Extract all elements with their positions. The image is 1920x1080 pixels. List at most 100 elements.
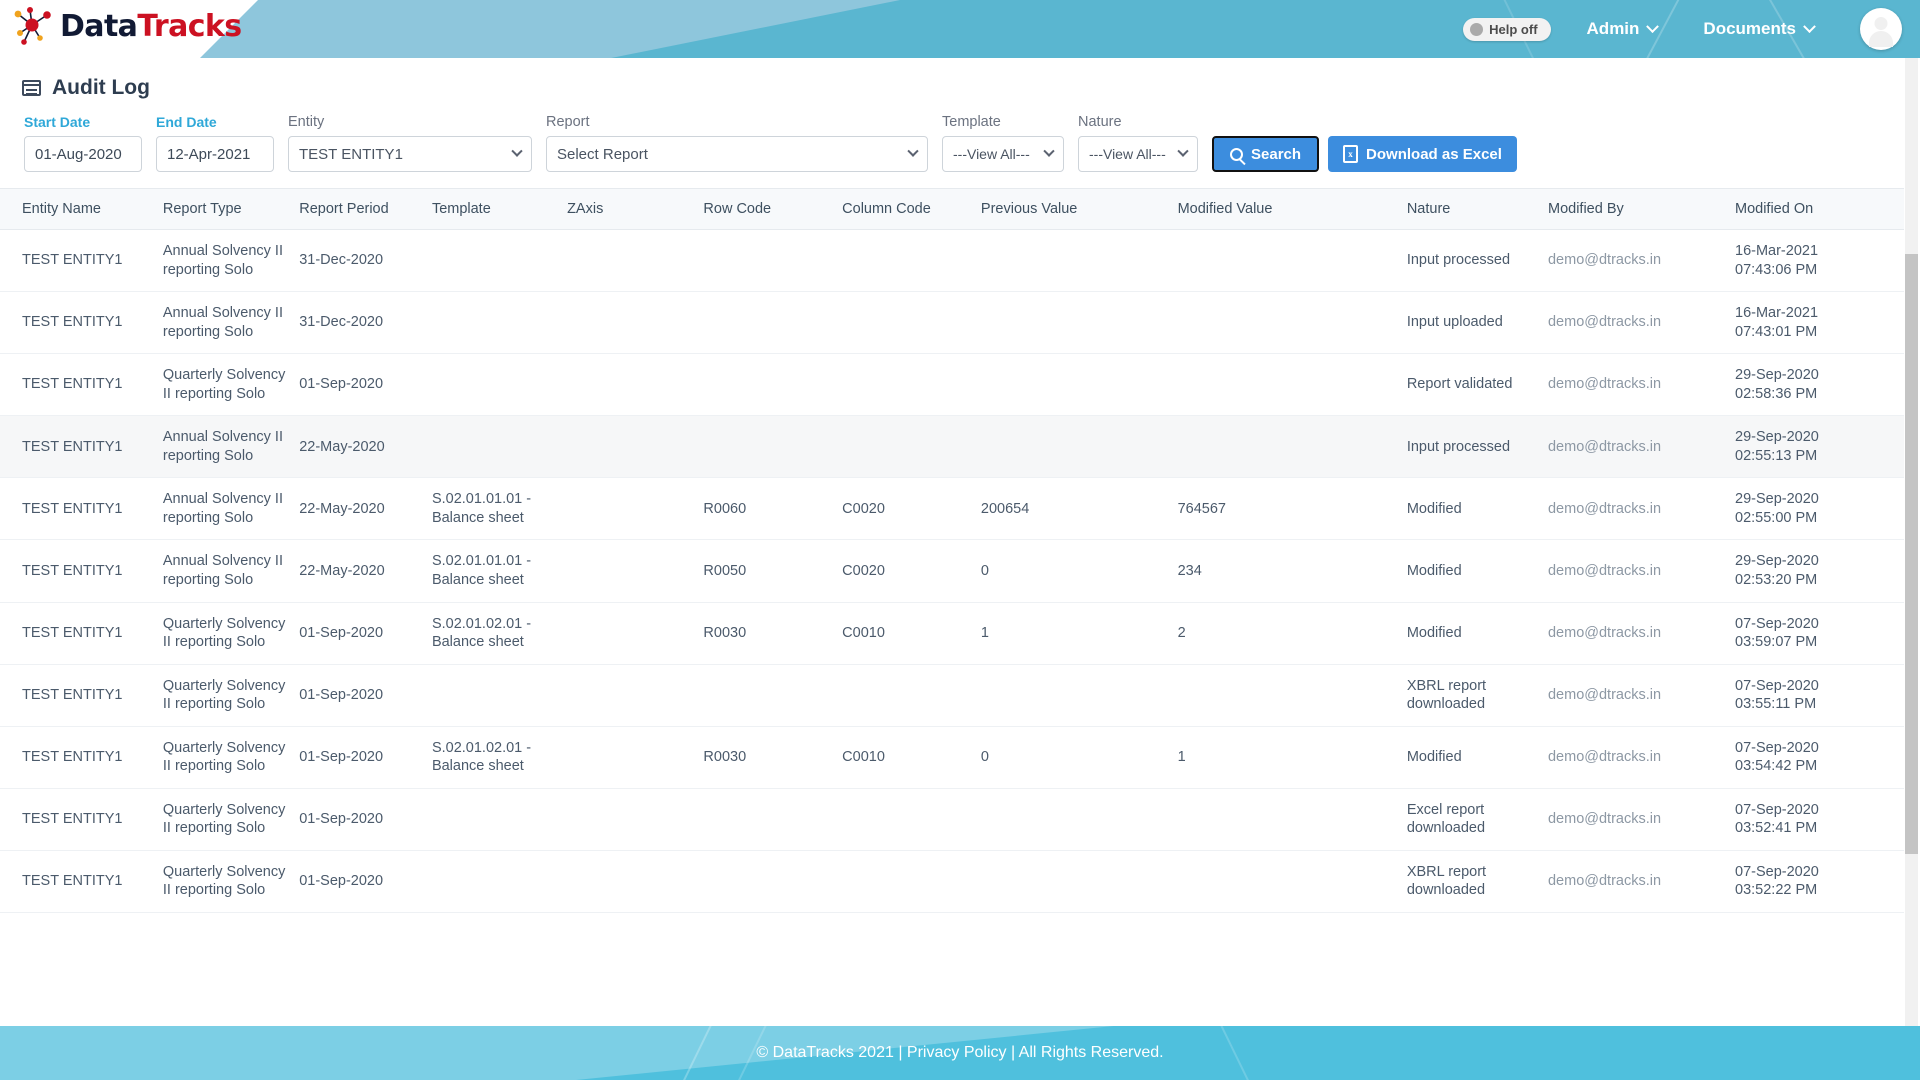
cell-modified-value: 764567 [1177, 477, 1407, 541]
cell-entity-name: TEST ENTITY1 [0, 788, 163, 851]
cell-row-code [703, 664, 843, 727]
modified-on-date: 16-Mar-2021 [1735, 243, 1819, 259]
cell-report-type: Quarterly Solvency II reporting Solo [162, 850, 300, 914]
cell-modified-on: 07-Sep-2020 03:52:41 PM [1735, 788, 1904, 851]
nav-item-admin[interactable]: Admin [1586, 19, 1660, 39]
template-select[interactable]: ---View All--- [942, 136, 1064, 172]
table-row[interactable]: TEST ENTITY1 Annual Solvency II reporting… [0, 229, 1904, 293]
cell-row-code [703, 291, 843, 355]
cell-modified-value [1177, 415, 1407, 479]
col-modified-value[interactable]: Modified Value [1177, 188, 1407, 230]
cell-zaxis [567, 850, 704, 914]
cell-template [431, 788, 568, 851]
table-row[interactable]: TEST ENTITY1 Quarterly Solvency II report… [0, 788, 1904, 851]
table-row[interactable]: TEST ENTITY1 Annual Solvency II reporting… [0, 477, 1904, 541]
cell-template [431, 291, 568, 355]
cell-nature: Modified [1406, 477, 1548, 541]
cell-template: S.02.01.01.01 - Balance sheet [431, 539, 568, 603]
cell-previous-value: 1 [980, 602, 1178, 665]
modified-on-time: 07:43:06 PM [1735, 261, 1818, 278]
col-nature[interactable]: Nature [1406, 188, 1548, 230]
cell-modified-by: demo@dtracks.in [1547, 726, 1735, 789]
end-date-label: End Date [156, 114, 217, 130]
download-excel-button[interactable]: x Download as Excel [1328, 136, 1517, 172]
col-row-code[interactable]: Row Code [703, 188, 843, 230]
cell-row-code [703, 415, 843, 479]
cell-report-type: Quarterly Solvency II reporting Solo [162, 664, 300, 727]
table-row[interactable]: TEST ENTITY1 Quarterly Solvency II report… [0, 602, 1904, 665]
cell-modified-value [1177, 291, 1407, 355]
brand-logo[interactable]: DataTracks [10, 5, 242, 49]
filter-report: Report Select Report [546, 114, 928, 172]
table-row[interactable]: TEST ENTITY1 Annual Solvency II reporting… [0, 539, 1904, 603]
cell-template [431, 664, 568, 727]
report-select[interactable]: Select Report [546, 136, 928, 172]
cell-previous-value: 0 [980, 539, 1178, 603]
excel-file-icon: x [1343, 145, 1359, 163]
col-report-period[interactable]: Report Period [299, 188, 432, 230]
cell-zaxis [567, 664, 704, 727]
cell-zaxis [567, 539, 704, 603]
table-row[interactable]: TEST ENTITY1 Quarterly Solvency II report… [0, 850, 1904, 914]
start-date-input[interactable]: 01-Aug-2020 [24, 136, 142, 172]
cell-report-type: Quarterly Solvency II reporting Solo [162, 602, 300, 665]
col-modified-on[interactable]: Modified On [1735, 188, 1904, 230]
help-toggle-knob-icon [1470, 22, 1484, 36]
cell-report-type: Quarterly Solvency II reporting Solo [162, 788, 300, 851]
cell-modified-by: demo@dtracks.in [1547, 477, 1735, 541]
end-date-input[interactable]: 12-Apr-2021 [156, 136, 274, 172]
cell-modified-by: demo@dtracks.in [1547, 415, 1735, 479]
cell-previous-value [980, 229, 1178, 293]
chevron-down-icon [1043, 145, 1055, 157]
nature-select[interactable]: ---View All--- [1078, 136, 1198, 172]
cell-zaxis [567, 602, 704, 665]
col-column-code[interactable]: Column Code [842, 188, 981, 230]
nav-item-documents[interactable]: Documents [1703, 19, 1816, 39]
table-row[interactable]: TEST ENTITY1 Quarterly Solvency II report… [0, 664, 1904, 727]
nav-item-admin-label: Admin [1586, 19, 1640, 38]
user-avatar[interactable] [1860, 8, 1902, 50]
col-report-type[interactable]: Report Type [162, 188, 300, 230]
cell-report-period: 01-Sep-2020 [299, 726, 432, 789]
page-scrollbar-thumb[interactable] [1905, 254, 1918, 854]
template-label: Template [942, 114, 1001, 130]
col-entity-name[interactable]: Entity Name [0, 188, 163, 230]
cell-column-code [842, 415, 981, 479]
table-row[interactable]: TEST ENTITY1 Annual Solvency II reporting… [0, 291, 1904, 355]
table-row[interactable]: TEST ENTITY1 Quarterly Solvency II report… [0, 353, 1904, 417]
col-template[interactable]: Template [431, 188, 568, 230]
cell-modified-by: demo@dtracks.in [1547, 664, 1735, 727]
cell-entity-name: TEST ENTITY1 [0, 353, 163, 417]
cell-column-code [842, 353, 981, 417]
help-toggle-label: Help off [1489, 21, 1538, 37]
modified-on-date: 29-Sep-2020 [1735, 491, 1819, 508]
entity-select[interactable]: TEST ENTITY1 [288, 136, 532, 172]
cell-previous-value [980, 788, 1178, 851]
table-row[interactable]: TEST ENTITY1 Annual Solvency II reporting… [0, 415, 1904, 479]
chevron-down-icon [1177, 145, 1189, 157]
cell-report-type: Annual Solvency II reporting Solo [162, 291, 300, 355]
cell-report-type: Annual Solvency II reporting Solo [162, 229, 300, 293]
cell-modified-on: 29-Sep-2020 02:55:00 PM [1735, 477, 1904, 541]
entity-select-value: TEST ENTITY1 [299, 145, 403, 163]
cell-nature: XBRL report downloaded [1406, 850, 1548, 914]
cell-nature: Input uploaded [1406, 291, 1548, 355]
help-toggle[interactable]: Help off [1463, 17, 1551, 41]
cell-report-type: Quarterly Solvency II reporting Solo [162, 353, 300, 417]
modified-on-date: 07-Sep-2020 [1735, 677, 1819, 694]
cell-row-code: R0050 [703, 539, 843, 603]
table-body: TEST ENTITY1 Annual Solvency II reporting… [0, 229, 1904, 914]
cell-row-code [703, 353, 843, 417]
col-previous-value[interactable]: Previous Value [980, 188, 1178, 230]
cell-entity-name: TEST ENTITY1 [0, 415, 163, 479]
col-modified-by[interactable]: Modified By [1547, 188, 1735, 230]
cell-modified-on: 07-Sep-2020 03:52:22 PM [1735, 850, 1904, 914]
cell-previous-value [980, 353, 1178, 417]
col-zaxis[interactable]: ZAxis [567, 188, 704, 230]
cell-modified-on: 07-Sep-2020 03:55:11 PM [1735, 664, 1904, 727]
search-button-label: Search [1251, 145, 1302, 163]
filter-template: Template ---View All--- [942, 114, 1064, 172]
table-row[interactable]: TEST ENTITY1 Quarterly Solvency II report… [0, 726, 1904, 789]
modified-on-time: 03:52:41 PM [1735, 820, 1818, 837]
search-button[interactable]: Search [1212, 136, 1320, 172]
